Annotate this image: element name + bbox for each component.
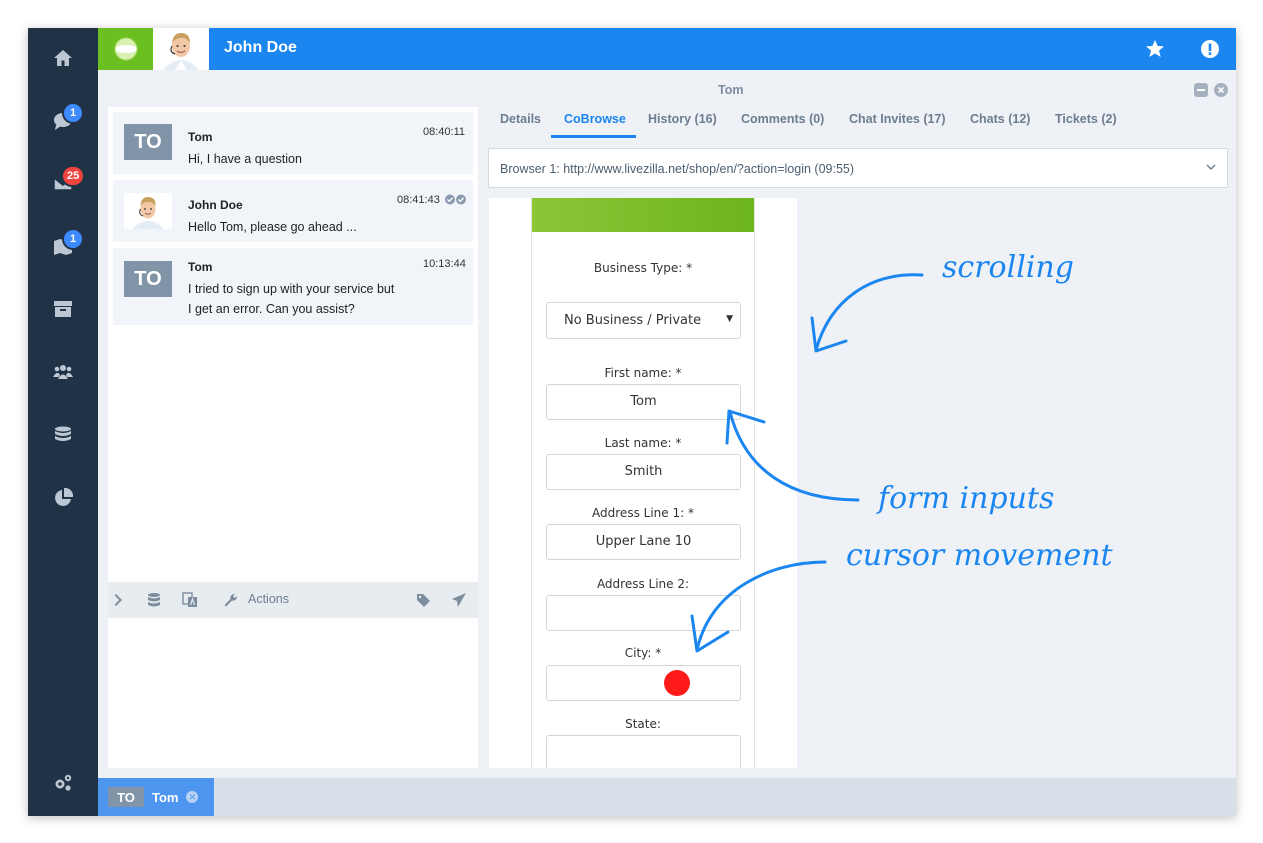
actions-button[interactable]: Actions bbox=[248, 592, 289, 606]
star-icon[interactable] bbox=[1144, 38, 1166, 60]
message-text: Hello Tom, please go ahead ... bbox=[188, 220, 357, 234]
chat-tab-name: Tom bbox=[152, 789, 179, 805]
user-avatar[interactable] bbox=[153, 28, 209, 70]
select-arrow-icon: ▼ bbox=[726, 314, 733, 324]
bottom-bar: TO Tom ✕ bbox=[98, 778, 1236, 816]
alert-icon[interactable] bbox=[1199, 38, 1221, 60]
cobrowse-view[interactable]: Business Type: * No Business / Private ▼… bbox=[489, 198, 797, 768]
last-name-input[interactable]: Smith bbox=[546, 454, 741, 490]
business-type-select[interactable]: No Business / Private ▼ bbox=[546, 302, 741, 339]
tab-chats[interactable]: Chats (12) bbox=[970, 112, 1030, 126]
wrench-icon[interactable] bbox=[223, 592, 239, 608]
chat-message: TO Tom 10:13:44 I tried to sign up with … bbox=[113, 248, 473, 325]
translate-icon[interactable] bbox=[182, 592, 198, 608]
city-input[interactable] bbox=[546, 665, 741, 701]
browser-select[interactable]: Browser 1: http://www.livezilla.net/shop… bbox=[488, 148, 1228, 188]
message-text-line1: I tried to sign up with your service but bbox=[188, 282, 395, 296]
message-sender: Tom bbox=[188, 260, 213, 274]
message-sender: Tom bbox=[188, 130, 213, 144]
chat-tab-avatar: TO bbox=[108, 787, 144, 807]
address2-label: Address Line 2: bbox=[596, 577, 690, 591]
tab-history[interactable]: History (16) bbox=[648, 112, 717, 126]
home-icon[interactable] bbox=[28, 38, 98, 78]
chat-toolbar: Actions bbox=[108, 582, 478, 618]
tab-comments[interactable]: Comments (0) bbox=[741, 112, 824, 126]
business-type-value: No Business / Private bbox=[564, 313, 702, 328]
message-avatar-photo bbox=[124, 193, 172, 229]
tab-cobrowse[interactable]: CoBrowse bbox=[564, 112, 626, 126]
map-badge: 1 bbox=[62, 228, 84, 250]
tab-details[interactable]: Details bbox=[500, 112, 541, 126]
message-text-line2: I get an error. Can you assist? bbox=[188, 302, 355, 316]
message-text: Hi, I have a question bbox=[188, 152, 302, 166]
address1-label: Address Line 1: * bbox=[592, 506, 694, 520]
message-time: 08:40:11 bbox=[423, 126, 466, 138]
send-icon[interactable] bbox=[451, 592, 467, 608]
message-time: 10:13:44 bbox=[423, 258, 466, 270]
mail-badge: 25 bbox=[61, 165, 86, 187]
annotation-scrolling: scrolling bbox=[942, 250, 1074, 285]
open-chat-tab[interactable]: TO Tom ✕ bbox=[98, 778, 214, 816]
settings-icon[interactable] bbox=[28, 763, 98, 803]
first-name-input[interactable]: Tom bbox=[546, 384, 741, 420]
first-name-label: First name: * bbox=[604, 366, 682, 380]
chart-icon[interactable] bbox=[28, 478, 98, 518]
annotation-form-inputs: form inputs bbox=[878, 481, 1055, 516]
site-header-bar bbox=[532, 198, 754, 232]
tag-icon[interactable] bbox=[416, 592, 432, 608]
minimize-icon[interactable] bbox=[1194, 83, 1208, 97]
chat-message: TO Tom 08:40:11 Hi, I have a question bbox=[113, 112, 473, 174]
read-receipt-icon bbox=[445, 194, 466, 205]
chevron-right-icon[interactable] bbox=[111, 592, 127, 608]
chats-badge: 1 bbox=[62, 102, 84, 124]
chat-message: John Doe 08:41:43 Hello Tom, please go a… bbox=[113, 180, 473, 242]
tab-tickets[interactable]: Tickets (2) bbox=[1055, 112, 1117, 126]
header-user-name: John Doe bbox=[224, 39, 297, 56]
remote-cursor bbox=[664, 670, 690, 696]
state-label: State: bbox=[625, 717, 661, 731]
sidebar: 1 25 1 bbox=[28, 28, 98, 816]
users-icon[interactable] bbox=[28, 352, 98, 392]
tab-chat-invites[interactable]: Chat Invites (17) bbox=[849, 112, 946, 126]
database-icon[interactable] bbox=[28, 415, 98, 455]
archive-icon[interactable] bbox=[28, 289, 98, 329]
last-name-label: Last name: * bbox=[604, 436, 682, 450]
close-icon[interactable] bbox=[1214, 83, 1228, 97]
top-header: John Doe bbox=[98, 28, 1236, 70]
app-window: 1 25 1 John Doe TO Tom 08:40:11 Hi, I ha… bbox=[28, 28, 1236, 816]
chevron-down-icon bbox=[1206, 164, 1216, 170]
browser-select-value: Browser 1: http://www.livezilla.net/shop… bbox=[500, 162, 855, 176]
logo-icon bbox=[114, 37, 137, 61]
active-tab-indicator bbox=[551, 135, 636, 138]
app-logo[interactable] bbox=[98, 28, 153, 70]
address1-input[interactable]: Upper Lane 10 bbox=[546, 524, 741, 560]
message-time: 08:41:43 bbox=[397, 194, 440, 206]
panel-title: Tom bbox=[718, 83, 744, 97]
cobrowse-page: Business Type: * No Business / Private ▼… bbox=[531, 198, 755, 768]
chat-input[interactable] bbox=[108, 618, 478, 768]
message-avatar: TO bbox=[124, 124, 172, 160]
annotation-cursor-movement: cursor movement bbox=[846, 538, 1113, 573]
state-input[interactable] bbox=[546, 735, 741, 768]
close-icon[interactable]: ✕ bbox=[186, 791, 199, 803]
database-icon[interactable] bbox=[146, 592, 162, 608]
address2-input[interactable] bbox=[546, 595, 741, 631]
business-type-label: Business Type: * bbox=[593, 261, 693, 275]
chat-messages[interactable]: TO Tom 08:40:11 Hi, I have a question Jo… bbox=[108, 107, 478, 582]
message-sender: John Doe bbox=[188, 198, 243, 212]
message-avatar: TO bbox=[124, 261, 172, 297]
city-label: City: * bbox=[624, 646, 662, 660]
